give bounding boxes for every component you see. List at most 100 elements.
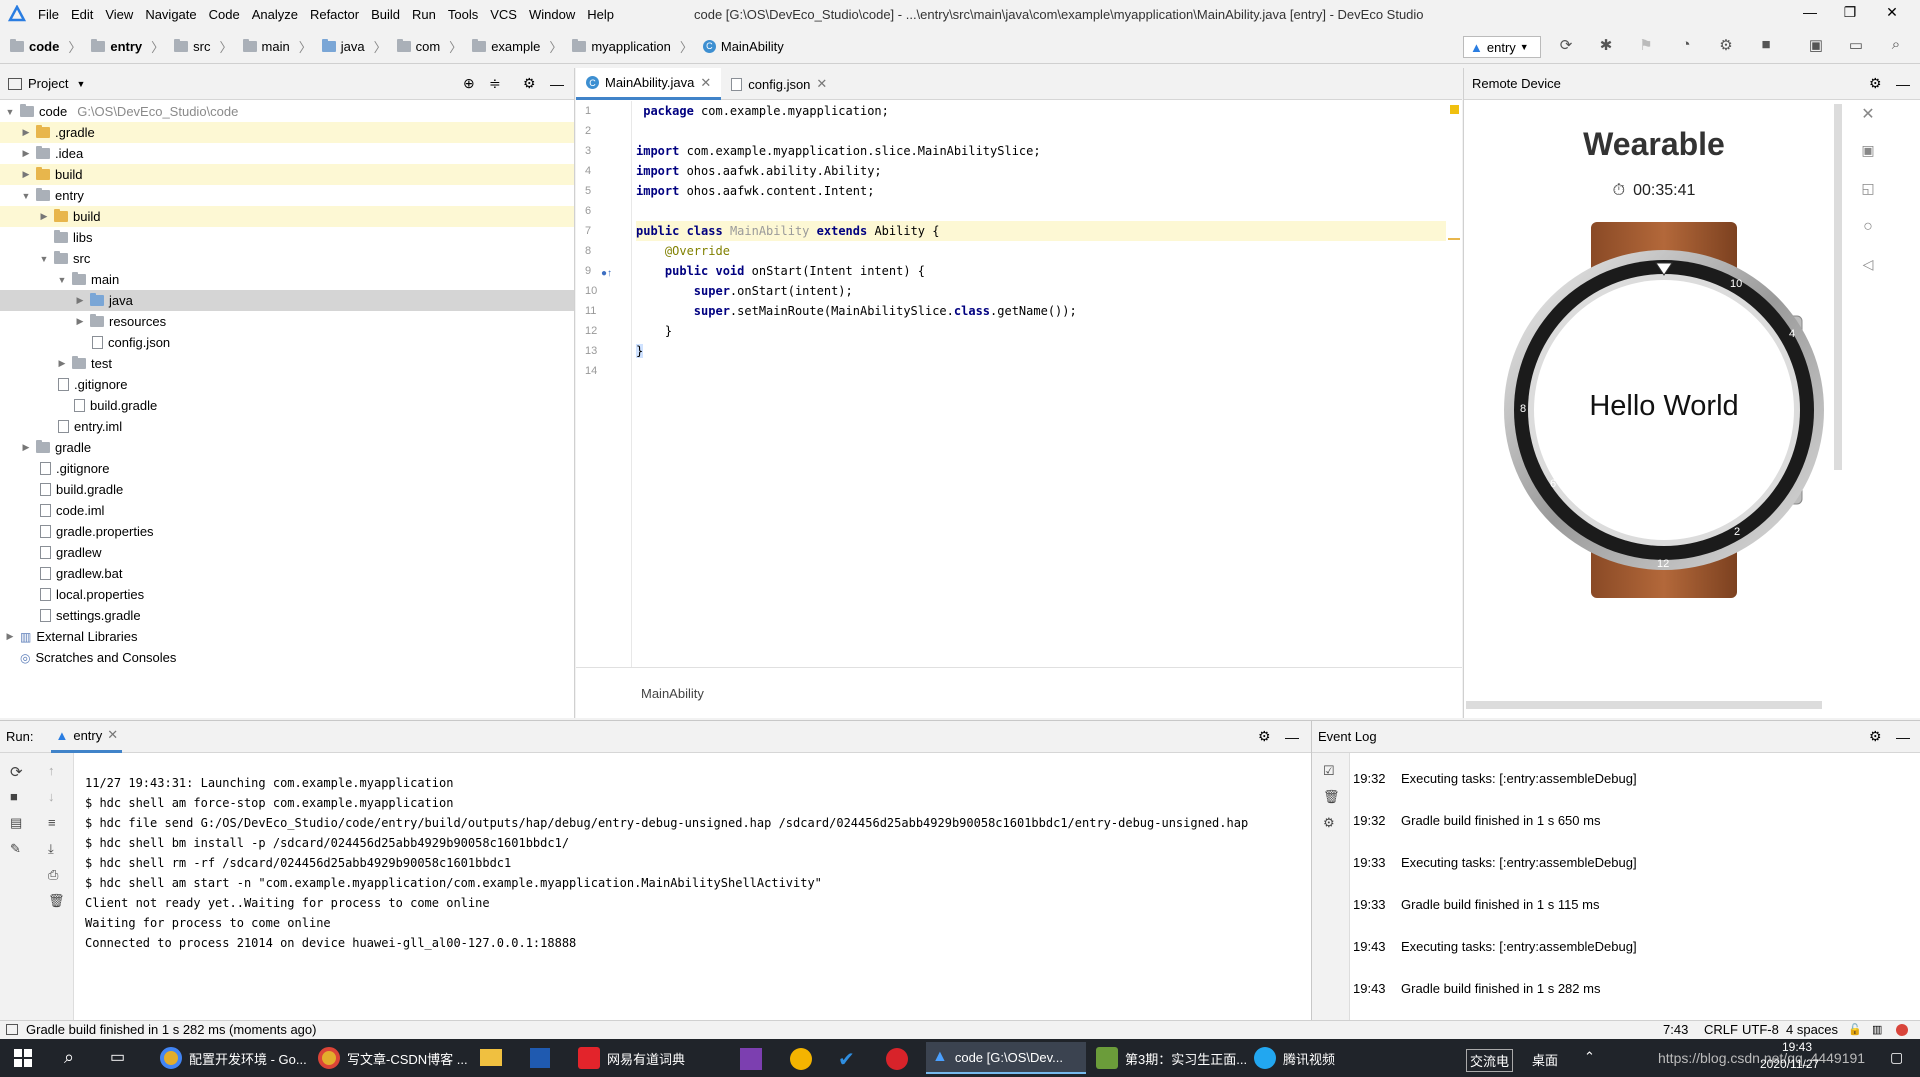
hide-panel-icon[interactable]: —	[550, 76, 564, 92]
scroll-up-icon[interactable]: ↑	[48, 763, 55, 778]
tree-item[interactable]: ▶ gradle	[0, 437, 574, 458]
profiler-icon[interactable]: ◔	[1676, 36, 1696, 56]
print-icon[interactable]: ⎙	[48, 867, 58, 883]
taskbar-app-chrome-1[interactable]: 配置开发环境 - Go...	[154, 1042, 313, 1074]
menu-file[interactable]: File	[38, 7, 59, 22]
attach-debugger-icon[interactable]: ⚑	[1636, 36, 1656, 56]
onenote-icon[interactable]	[740, 1048, 762, 1070]
settings-gear-icon[interactable]: ⚙	[1258, 728, 1271, 745]
breadcrumb-com[interactable]: com 〉	[396, 37, 462, 56]
chevron-down-icon[interactable]: ▼	[76, 79, 85, 89]
ime-indicator[interactable]: 交流电	[1466, 1049, 1514, 1072]
tree-item[interactable]: ◎ Scratches and Consoles	[0, 647, 574, 668]
vertical-scrollbar[interactable]	[1834, 104, 1842, 470]
taskbar-app-tencent-video[interactable]: 腾讯视频	[1248, 1042, 1341, 1074]
rotate-icon[interactable]: ▣	[1850, 142, 1886, 180]
tree-item[interactable]: ▼ src	[0, 248, 574, 269]
hide-panel-icon[interactable]: —	[1896, 729, 1910, 745]
settings-gear-icon[interactable]: ⚙	[1869, 75, 1882, 92]
line-separator[interactable]: CRLF	[1704, 1022, 1738, 1037]
stop-icon[interactable]: ■	[10, 789, 18, 804]
caret-position[interactable]: 7:43	[1663, 1022, 1688, 1037]
soft-wrap-icon[interactable]: ≡	[48, 815, 56, 830]
breadcrumb-src[interactable]: src 〉	[174, 37, 233, 56]
status-message[interactable]: Gradle build finished in 1 s 282 ms (mom…	[26, 1022, 316, 1037]
event-link[interactable]: Executing tasks: [:entry:assembleDebug]	[1401, 855, 1637, 870]
tree-item[interactable]: ▶ .gradle	[0, 122, 574, 143]
breadcrumb-example[interactable]: example 〉	[472, 37, 562, 56]
hide-panel-icon[interactable]: —	[1896, 76, 1910, 92]
taskbar-app-youdao[interactable]: 网易有道词典	[572, 1042, 691, 1074]
netease-music-icon[interactable]	[886, 1048, 908, 1070]
code-content[interactable]: package com.example.myapplication; impor…	[636, 101, 1446, 381]
close-tab-icon[interactable]: ✕	[816, 76, 827, 92]
tree-item[interactable]: build.gradle	[0, 479, 574, 500]
menu-tools[interactable]: Tools	[448, 7, 478, 22]
tab-config-json[interactable]: config.json ✕	[721, 68, 837, 100]
menu-build[interactable]: Build	[371, 7, 400, 22]
menu-edit[interactable]: Edit	[71, 7, 93, 22]
tab-mainability-java[interactable]: C MainAbility.java ✕	[576, 68, 722, 100]
inspection-status-icon[interactable]	[1450, 105, 1459, 114]
menu-view[interactable]: View	[105, 7, 133, 22]
taskbar-app-chrome-2[interactable]: 写文章-CSDN博客 ...	[312, 1042, 474, 1074]
tree-item[interactable]: entry.iml	[0, 416, 574, 437]
tree-item[interactable]: gradlew.bat	[0, 563, 574, 584]
scroll-down-icon[interactable]: ↓	[48, 789, 55, 804]
rerun-icon[interactable]: ⟳	[10, 763, 23, 781]
minimize-button[interactable]: —	[1790, 4, 1830, 24]
close-tab-icon[interactable]: ✕	[107, 727, 118, 743]
tree-item[interactable]: local.properties	[0, 584, 574, 605]
panel-toggle-icon[interactable]	[6, 1024, 18, 1035]
build-icon[interactable]: ⚙	[1716, 36, 1736, 56]
task-view-icon[interactable]: ▭	[110, 1047, 125, 1067]
event-link[interactable]: Executing tasks: [:entry:assembleDebug]	[1401, 939, 1637, 954]
scroll-to-end-icon[interactable]: ⤓	[48, 841, 54, 857]
menu-run[interactable]: Run	[412, 7, 436, 22]
trash-icon[interactable]: 🗑	[48, 893, 65, 909]
menu-analyze[interactable]: Analyze	[252, 7, 298, 22]
settings-gear-icon[interactable]: ⚙	[1869, 728, 1882, 745]
file-explorer-icon[interactable]	[480, 1049, 502, 1066]
notification-icon[interactable]: ▢	[1890, 1049, 1903, 1066]
todo-icon[interactable]: ✔	[838, 1047, 855, 1072]
layout-icon[interactable]: ▤	[10, 815, 22, 831]
project-view-select[interactable]: Project	[28, 76, 68, 91]
tree-item[interactable]: ▶ .idea	[0, 143, 574, 164]
lock-icon[interactable]: 🔓	[1848, 1023, 1862, 1036]
tree-item[interactable]: ▶ test	[0, 353, 574, 374]
tree-item-selected[interactable]: ▶ java	[0, 290, 574, 311]
run-console[interactable]: 11/27 19:43:31: Launching com.example.my…	[85, 773, 1248, 953]
tree-item[interactable]: config.json	[0, 332, 574, 353]
screenshot-icon[interactable]: ◱	[1850, 180, 1886, 218]
tray-expand-icon[interactable]: ⌃	[1584, 1049, 1595, 1065]
menu-vcs[interactable]: VCS	[490, 7, 517, 22]
close-icon[interactable]: ✕	[1850, 104, 1886, 142]
tree-item[interactable]: .gitignore	[0, 374, 574, 395]
settings-gear-icon[interactable]: ⚙	[523, 75, 536, 92]
tree-item[interactable]: code.iml	[0, 500, 574, 521]
tree-item[interactable]: .gitignore	[0, 458, 574, 479]
breadcrumb-java[interactable]: java 〉	[321, 37, 387, 56]
tree-item[interactable]: ▼ code G:\OS\DevEco_Studio\code	[0, 101, 574, 122]
mark-read-icon[interactable]: ☑	[1323, 763, 1335, 779]
search-icon[interactable]: ⌕	[64, 1047, 74, 1068]
close-tab-icon[interactable]: ✕	[700, 75, 711, 91]
memory-icon[interactable]: ▥	[1872, 1023, 1882, 1036]
tree-item[interactable]: gradle.properties	[0, 521, 574, 542]
menu-code[interactable]: Code	[209, 7, 240, 22]
notification-error-icon[interactable]	[1896, 1023, 1908, 1036]
breadcrumb-main[interactable]: main 〉	[242, 37, 312, 56]
menu-help[interactable]: Help	[587, 7, 614, 22]
indent-setting[interactable]: 4 spaces	[1786, 1022, 1838, 1037]
home-circle-icon[interactable]: ○	[1850, 218, 1886, 256]
close-window-button[interactable]: ✕	[1872, 4, 1912, 24]
tree-item[interactable]: ▶ build	[0, 164, 574, 185]
tree-item[interactable]: gradlew	[0, 542, 574, 563]
run-tab-entry[interactable]: ▲ entry ✕	[51, 721, 123, 753]
settings-icon[interactable]: ⚙	[1323, 815, 1335, 831]
tree-item[interactable]: build.gradle	[0, 395, 574, 416]
override-marker-icon[interactable]: ●↑	[601, 268, 612, 279]
tree-item[interactable]: settings.gradle	[0, 605, 574, 626]
collapse-all-icon[interactable]: ≑	[489, 75, 501, 92]
